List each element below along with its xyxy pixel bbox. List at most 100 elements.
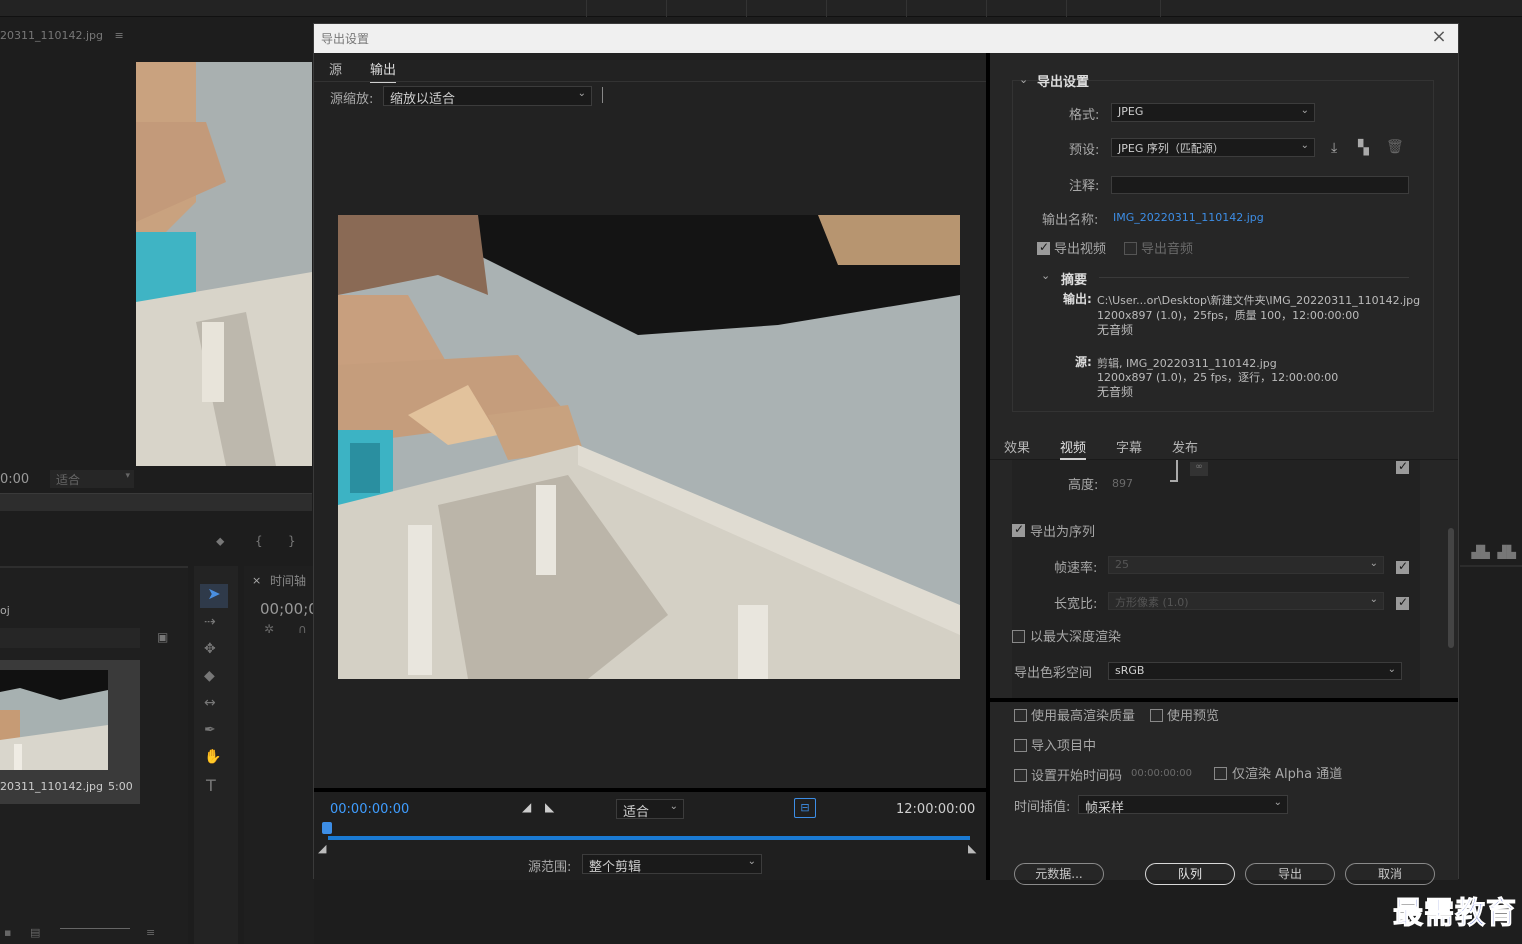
- set-out-point-icon[interactable]: ◣: [545, 800, 554, 814]
- project-item-tile[interactable]: 20311_110142.jpg 5:00: [0, 660, 140, 804]
- workspace-tab[interactable]: [746, 0, 826, 17]
- panel-menu-icon[interactable]: ≡: [115, 29, 124, 42]
- export-video-label: 导出视频: [1054, 242, 1107, 257]
- checkbox-unchecked-icon: [1124, 242, 1137, 255]
- export-as-sequence-checkbox[interactable]: [1012, 522, 1025, 537]
- delete-preset-icon[interactable]: 🗑: [1386, 139, 1404, 155]
- tools-panel: ➤ ⇢ ✥ ◆ ↔ ✒ ✋ T: [194, 566, 238, 944]
- cancel-button[interactable]: 取消: [1345, 863, 1435, 885]
- aspect-correction-icon[interactable]: ⊟: [794, 798, 816, 818]
- workspace-tab[interactable]: [906, 0, 986, 17]
- queue-button[interactable]: 队列: [1145, 863, 1235, 885]
- tab-captions[interactable]: 字幕: [1116, 437, 1142, 456]
- interp-dropdown[interactable]: 帧采样 ⌄: [1078, 795, 1288, 816]
- marker-icon[interactable]: ⬥: [216, 534, 224, 549]
- set-in-point-icon[interactable]: ◢: [522, 800, 531, 814]
- track-select-tool-icon[interactable]: ⇢: [204, 614, 216, 630]
- workspace-tab[interactable]: [826, 0, 906, 17]
- work-area-bar[interactable]: [328, 836, 970, 840]
- export-frame-icon[interactable]: ▟▙ ▟▙: [1460, 545, 1522, 565]
- format-dropdown[interactable]: JPEG ⌄: [1111, 103, 1315, 122]
- timeline-tab-close-icon[interactable]: ×: [252, 574, 261, 587]
- tab-output[interactable]: 输出: [370, 59, 397, 83]
- mark-in-icon[interactable]: {: [255, 534, 263, 548]
- pen-tool-icon[interactable]: ✒: [204, 722, 216, 738]
- frame-rate-match-checkbox[interactable]: [1396, 559, 1409, 574]
- import-preset-icon[interactable]: ▚: [1358, 140, 1369, 156]
- checkbox-unchecked-icon: [1214, 767, 1227, 780]
- use-preview-label: 使用预览: [1167, 709, 1220, 724]
- list-view-icon[interactable]: ▪: [4, 926, 11, 939]
- ripple-edit-tool-icon[interactable]: ✥: [204, 641, 216, 657]
- in-point-handle[interactable]: ◢: [318, 842, 326, 855]
- type-tool-icon[interactable]: T: [206, 776, 216, 795]
- alpha-only-checkbox[interactable]: [1214, 766, 1227, 780]
- aspect-dropdown[interactable]: 方形像素 (1.0) ⌄: [1108, 592, 1384, 610]
- height-value[interactable]: 897: [1112, 477, 1133, 490]
- height-label: 高度:: [1068, 478, 1099, 493]
- use-preview-checkbox[interactable]: [1150, 708, 1163, 722]
- source-time-ruler[interactable]: [0, 493, 312, 511]
- current-timecode[interactable]: 00:00:00:00: [330, 802, 409, 817]
- workspace-tab[interactable]: [1066, 0, 1161, 17]
- max-depth-checkbox[interactable]: [1012, 629, 1025, 643]
- project-search-input[interactable]: [0, 628, 140, 648]
- collapse-chevron-icon[interactable]: ⌄: [1019, 73, 1028, 86]
- source-range-dropdown[interactable]: 整个剪辑 ⌄: [582, 854, 762, 875]
- set-start-tc-checkbox[interactable]: [1014, 768, 1027, 782]
- export-as-sequence-label: 导出为序列: [1030, 525, 1096, 540]
- export-button[interactable]: 导出: [1245, 863, 1335, 885]
- tab-video[interactable]: 视频: [1060, 437, 1087, 460]
- workspace-tab[interactable]: [666, 0, 746, 17]
- preset-label: 预设:: [1069, 143, 1100, 158]
- slip-tool-icon[interactable]: ↔: [204, 695, 216, 711]
- out-point-handle[interactable]: ◣: [968, 842, 976, 855]
- save-preset-icon[interactable]: ⤓: [1331, 140, 1337, 156]
- fit-dropdown[interactable]: 适合 ⌄: [616, 799, 684, 820]
- comment-label: 注释:: [1069, 179, 1100, 194]
- height-match-checkbox[interactable]: [1396, 460, 1409, 474]
- frame-rate-dropdown[interactable]: 25 ⌄: [1108, 556, 1384, 574]
- bin-icon[interactable]: ▣: [157, 630, 168, 644]
- max-quality-checkbox[interactable]: [1014, 708, 1027, 722]
- metadata-button[interactable]: 元数据...: [1014, 863, 1104, 885]
- timeline-tab[interactable]: 时间轴: [270, 572, 306, 589]
- tab-effects[interactable]: 效果: [1004, 437, 1030, 456]
- summary-chevron-icon[interactable]: ⌄: [1041, 269, 1050, 282]
- checkbox-checked-icon: [1396, 595, 1409, 610]
- tab-source[interactable]: 源: [329, 59, 342, 78]
- chevron-down-icon: ⌄: [1300, 140, 1309, 151]
- start-tc-value[interactable]: 00:00:00:00: [1131, 768, 1192, 779]
- preset-dropdown[interactable]: JPEG 序列（匹配源） ⌄: [1111, 138, 1315, 157]
- close-icon[interactable]: ×: [1428, 26, 1450, 48]
- source-transport-controls: ⬥ { }: [0, 530, 312, 560]
- mark-out-icon[interactable]: }: [288, 534, 296, 548]
- comment-input[interactable]: [1111, 176, 1409, 194]
- aspect-match-checkbox[interactable]: [1396, 595, 1409, 610]
- import-project-checkbox[interactable]: [1014, 738, 1027, 752]
- settings-divider: [990, 698, 1458, 702]
- selection-tool-icon[interactable]: ➤: [200, 584, 228, 608]
- summary-source-specs: 1200x897 (1.0)，25 fps，逐行，12:00:00:00: [1097, 371, 1339, 384]
- workspace-tab[interactable]: [986, 0, 1066, 17]
- export-video-checkbox[interactable]: [1037, 240, 1050, 255]
- video-settings-panel: ∞ 高度: 897 导出为序列 帧速率: 25 ⌄ 长宽比: 方形像素 (1.0…: [1012, 460, 1420, 698]
- hand-tool-icon[interactable]: ✋: [204, 749, 221, 765]
- output-name-link[interactable]: IMG_20220311_110142.jpg: [1113, 211, 1264, 224]
- zoom-slider[interactable]: [60, 928, 130, 929]
- icon-view-icon[interactable]: ▤: [30, 926, 40, 939]
- tab-publish[interactable]: 发布: [1172, 437, 1198, 456]
- razor-tool-icon[interactable]: ◆: [204, 668, 215, 684]
- sort-icon[interactable]: ≡: [146, 926, 155, 939]
- export-audio-checkbox[interactable]: [1124, 241, 1137, 255]
- playhead-handle[interactable]: [322, 822, 332, 834]
- source-zoom-dropdown[interactable]: 适合 ▾: [50, 470, 134, 488]
- source-scale-dropdown[interactable]: 缩放以适合 ⌄: [383, 86, 592, 107]
- chain-link-icon[interactable]: ∞: [1190, 462, 1208, 476]
- linked-selection-icon[interactable]: ∩: [298, 622, 307, 636]
- dialog-title: 导出设置: [321, 32, 370, 46]
- settings-scrollbar[interactable]: [1448, 528, 1454, 648]
- snap-icon[interactable]: ✲: [264, 622, 274, 636]
- workspace-tab[interactable]: [586, 0, 666, 17]
- color-space-dropdown[interactable]: sRGB ⌄: [1108, 662, 1402, 680]
